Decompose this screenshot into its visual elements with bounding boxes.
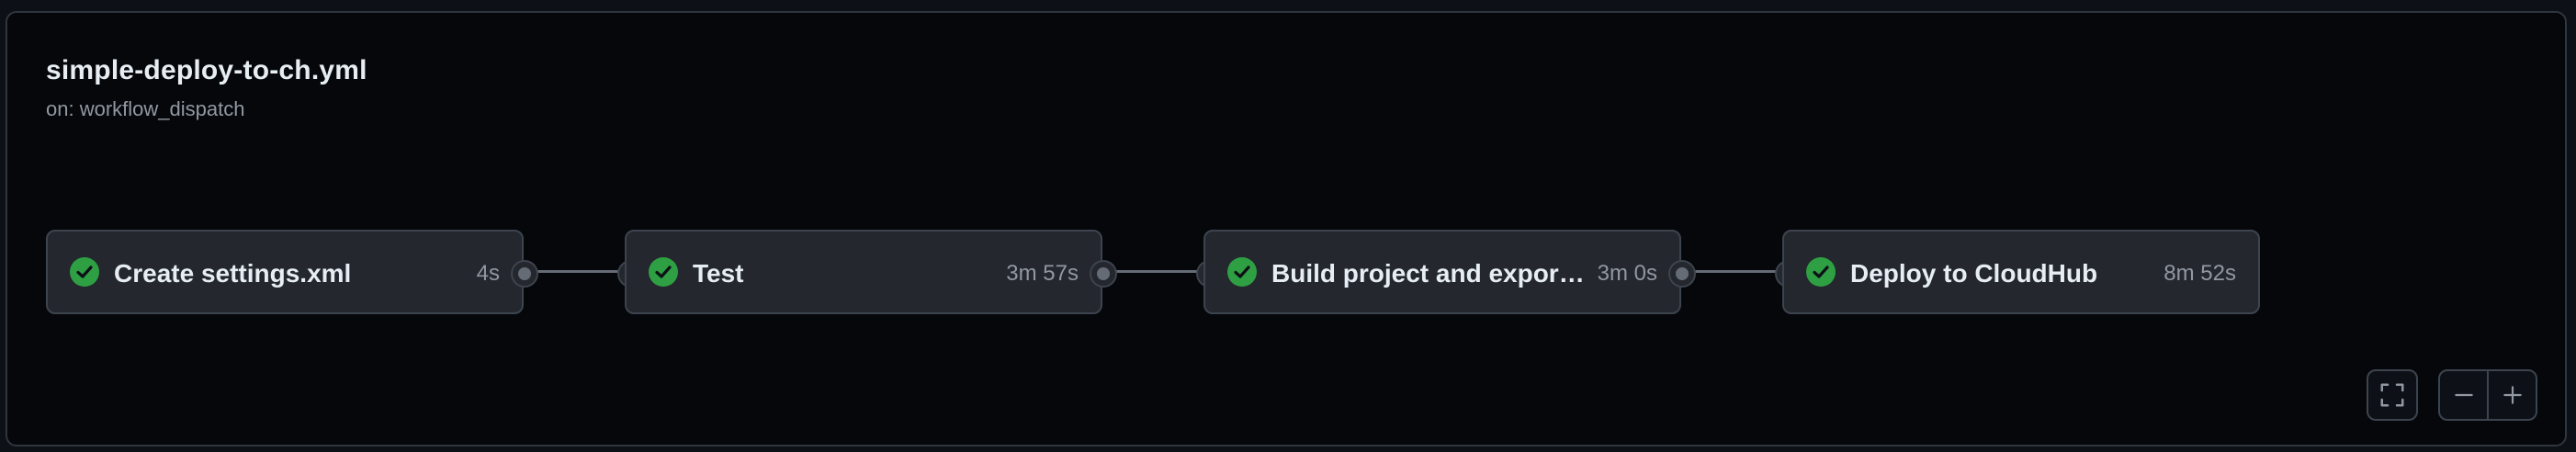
minus-icon — [2454, 393, 2473, 397]
plus-icon — [2503, 386, 2522, 404]
job-connector — [1689, 270, 1780, 273]
success-check-icon — [70, 257, 99, 287]
workflow-trigger: on: workflow_dispatch — [46, 97, 245, 120]
job-name: Create settings.xml — [114, 259, 352, 288]
job-name: Test — [693, 259, 744, 288]
job-card-create-settings[interactable]: Create settings.xml 4s — [46, 230, 524, 314]
success-check-icon — [1806, 257, 1836, 287]
job-output-port — [1091, 262, 1115, 286]
job-card-build-project[interactable]: Build project and export artifact 3m 0s — [1203, 230, 1681, 314]
job-name: Deploy to CloudHub — [1850, 259, 2098, 288]
job-duration: 8m 52s — [2164, 261, 2236, 286]
workflow-title[interactable]: simple-deploy-to-ch.yml — [46, 55, 367, 86]
fullscreen-button[interactable] — [2367, 369, 2418, 421]
job-output-port — [513, 262, 537, 286]
job-output-port — [1670, 262, 1694, 286]
workflow-graph-panel: simple-deploy-to-ch.yml on: workflow_dis… — [6, 11, 2567, 446]
job-name: Build project and export artifact — [1271, 259, 1586, 288]
job-duration: 3m 0s — [1597, 261, 1657, 286]
job-duration: 4s — [476, 261, 500, 286]
success-check-icon — [1227, 257, 1257, 287]
job-card-deploy-cloudhub[interactable]: Deploy to CloudHub 8m 52s — [1782, 230, 2260, 314]
job-connector — [1110, 270, 1202, 273]
job-card-test[interactable]: Test 3m 57s — [625, 230, 1102, 314]
fullscreen-icon — [2380, 383, 2404, 407]
zoom-out-button[interactable] — [2440, 371, 2487, 419]
job-duration: 3m 57s — [1006, 261, 1079, 286]
zoom-in-button[interactable] — [2489, 371, 2536, 419]
job-connector — [531, 270, 623, 273]
success-check-icon — [649, 257, 678, 287]
zoom-controls — [2438, 369, 2537, 421]
